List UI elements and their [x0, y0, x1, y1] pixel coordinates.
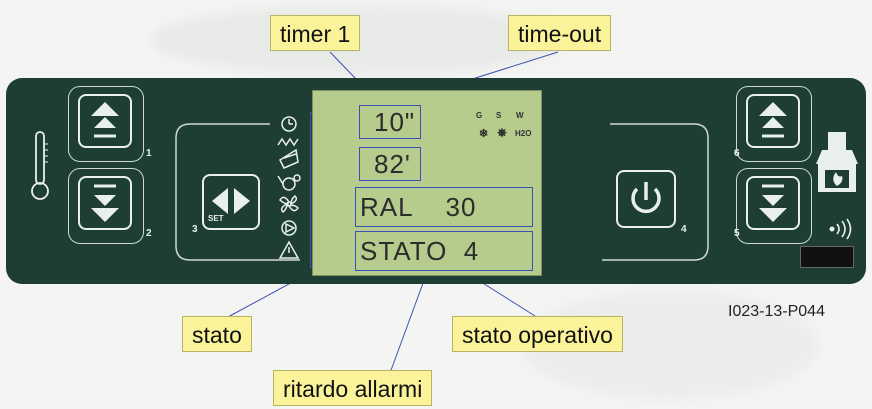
- callout-timer: timer 1: [270, 15, 361, 51]
- button-number-1: 1: [146, 148, 152, 159]
- button-number-4: 4: [681, 224, 687, 235]
- double-up-arrow-icon: [91, 102, 119, 138]
- lcd-field-timer: 10": [359, 105, 421, 139]
- pump-icon: [277, 174, 301, 191]
- power-icon: [631, 182, 661, 214]
- up-button-6[interactable]: [746, 94, 800, 148]
- thermometer-icon: [31, 131, 49, 200]
- set-label: SET: [208, 214, 224, 223]
- indicator-label-w: W: [516, 111, 524, 120]
- status-icon-column: [274, 112, 304, 272]
- indicator-label-s: S: [496, 111, 502, 120]
- lcd-field-ral: RAL 30: [355, 187, 533, 227]
- power-button[interactable]: [616, 170, 676, 228]
- lcd-field-stato: STATO 4: [355, 231, 533, 271]
- callout-timeout: time-out: [508, 15, 612, 51]
- double-down-arrow-icon: [759, 184, 787, 222]
- callout-ritardo-allarmi: ritardo allarmi: [273, 370, 433, 406]
- fan-icon: [279, 195, 299, 213]
- indicator-label-g: G: [476, 111, 483, 120]
- circulator-icon: [281, 220, 297, 236]
- double-up-arrow-icon: [759, 102, 787, 138]
- clock-icon: [281, 116, 297, 132]
- up-button-1[interactable]: [78, 94, 132, 148]
- lcd-ral-value: RAL 30: [360, 192, 477, 222]
- button-number-3: 3: [192, 224, 198, 235]
- alarm-icon: [278, 240, 300, 259]
- grill-icon: [279, 148, 299, 169]
- callout-stato-operativo: stato operativo: [452, 316, 623, 352]
- down-button-5[interactable]: [746, 176, 800, 230]
- callout-stato: stato: [182, 316, 252, 352]
- snowflake-icon: ❄: [479, 128, 489, 140]
- heater-icon: [277, 137, 299, 147]
- figure-code: I023-13-P044: [728, 303, 825, 320]
- h2o-label: H2O: [515, 129, 532, 138]
- lcd-stato-value: STATO 4: [360, 236, 480, 266]
- button-number-5: 5: [734, 228, 740, 239]
- sun-icon: ✸: [497, 126, 508, 140]
- button-number-2: 2: [146, 228, 152, 239]
- down-button-2[interactable]: [78, 176, 132, 230]
- wireless-icon: [829, 218, 852, 240]
- lcd-timeout-value: 82': [374, 149, 411, 179]
- lcd-field-timeout: 82': [359, 147, 421, 181]
- set-button[interactable]: SET: [202, 174, 260, 230]
- receiver-display: [800, 246, 854, 268]
- lcd-display: 10" 82' RAL 30 STATO 4 G S W ❄ ✸ H2O: [312, 90, 542, 276]
- double-down-arrow-icon: [91, 184, 119, 222]
- lcd-timer-value: 10": [374, 107, 416, 137]
- fireplace-icon: [816, 132, 858, 192]
- button-number-6: 6: [734, 148, 740, 159]
